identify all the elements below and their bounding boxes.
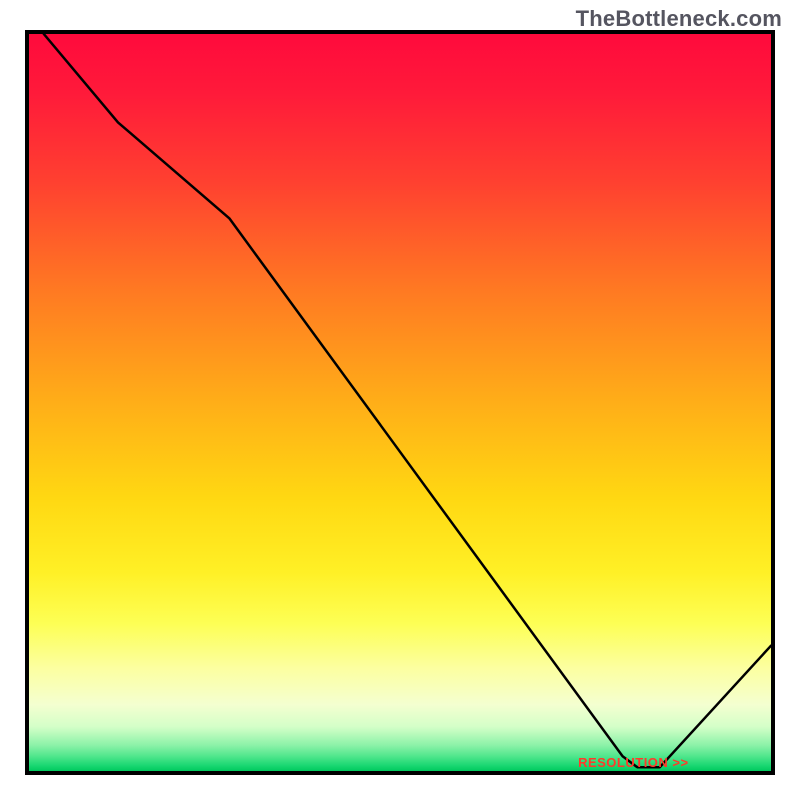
chart-container: TheBottleneck.com RESOLUTION >> [0,0,800,800]
watermark-text: TheBottleneck.com [576,6,782,32]
line-curve [29,34,771,771]
resolution-annotation: RESOLUTION >> [578,755,689,770]
plot-area: RESOLUTION >> [25,30,775,775]
